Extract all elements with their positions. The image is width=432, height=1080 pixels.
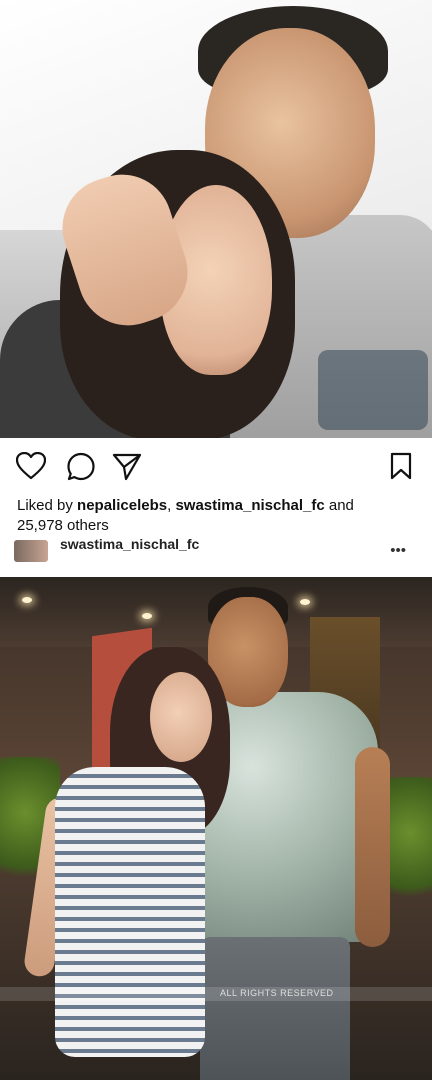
post-username[interactable]: swastima_nischal_fc: [60, 536, 199, 552]
more-options-icon[interactable]: •••: [390, 542, 406, 559]
liked-user-link[interactable]: nepalicelebs: [77, 497, 167, 514]
likes-summary: Liked by nepalicelebs, swastima_nischal_…: [17, 496, 417, 536]
bookmark-icon[interactable]: [389, 452, 417, 480]
photo-subject-woman-dress: [55, 767, 205, 1057]
heart-icon[interactable]: [15, 451, 47, 480]
liked-by-label: Liked by: [17, 497, 73, 514]
post-photo-1[interactable]: [0, 0, 432, 438]
watermark-text: ALL RIGHTS RESERVED: [220, 988, 334, 998]
photo-shirt-print: [318, 350, 428, 430]
post-photo-2[interactable]: [0, 577, 432, 1080]
liked-user-link[interactable]: swastima_nischal_fc: [175, 497, 324, 514]
ceiling-light: [22, 597, 32, 603]
ceiling-light: [142, 613, 152, 619]
send-icon[interactable]: [112, 452, 142, 481]
photo-subject-man-arm: [355, 747, 390, 947]
avatar[interactable]: [14, 540, 48, 562]
photo-watermark: ALL RIGHTS RESERVED: [0, 987, 432, 1001]
others-count[interactable]: 25,978 others: [17, 517, 109, 534]
ceiling-light: [300, 599, 310, 605]
divider: [0, 565, 432, 577]
and-label: and: [328, 497, 354, 514]
liked-separator: ,: [167, 497, 172, 514]
photo-subject-man-jeans: [200, 937, 350, 1080]
comment-icon[interactable]: [66, 452, 95, 481]
post-actions-bar: [0, 438, 432, 498]
photo-subject-woman-face: [150, 672, 212, 762]
